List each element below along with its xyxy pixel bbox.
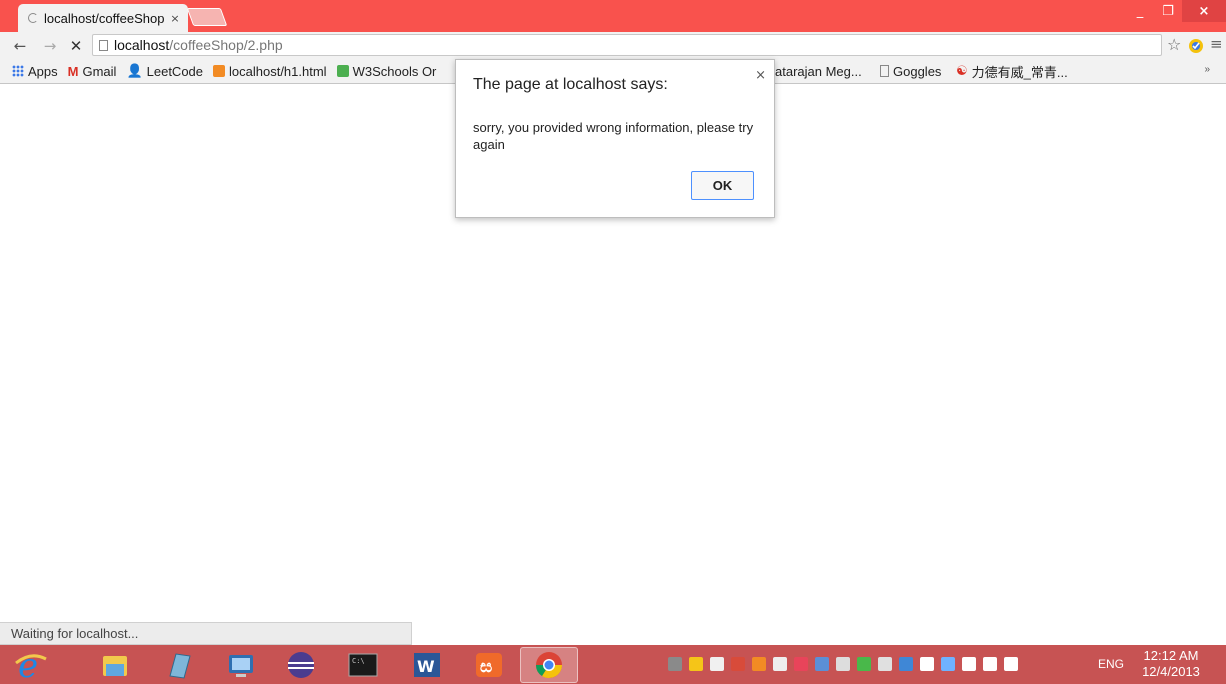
eclipse-icon[interactable] (272, 647, 330, 683)
svg-text:e: e (18, 649, 38, 681)
maximize-button[interactable]: ❐ (1154, 0, 1182, 22)
usb-icon[interactable] (710, 657, 724, 671)
bookmark-label: atarajan Meg... (775, 63, 862, 79)
flag-icon[interactable] (962, 657, 976, 671)
apps-grid-icon (12, 65, 24, 77)
minimize-button[interactable]: _ (1126, 0, 1154, 22)
window-controls: _ ❐ × (1126, 0, 1226, 22)
xampp-tray-icon[interactable] (752, 657, 766, 671)
svg-text:W: W (417, 657, 435, 676)
bookmark-localhost-h1[interactable]: localhost/h1.html (213, 64, 327, 79)
pdf-icon[interactable] (731, 657, 745, 671)
word-icon[interactable]: W (398, 647, 456, 683)
status-bubble: Waiting for localhost... (0, 622, 412, 645)
system-tray (668, 657, 1025, 671)
bookmark-leetcode[interactable]: 👤 LeetCode (126, 63, 203, 79)
loading-spinner-icon (28, 13, 38, 23)
dialog-title: The page at localhost says: (473, 76, 668, 93)
printer-icon[interactable] (773, 657, 787, 671)
clock[interactable]: 12:12 AM 12/4/2013 (1136, 648, 1206, 680)
windows-taskbar: e C:\ W ස ENG 12:12 AM 12/4/2013 (0, 645, 1226, 684)
antivirus-icon[interactable] (794, 657, 808, 671)
signal-icon[interactable] (920, 657, 934, 671)
new-tab-button[interactable] (186, 8, 228, 26)
chrome-icon[interactable] (520, 647, 578, 683)
bookmark-label: Apps (28, 63, 58, 79)
battery-icon[interactable] (983, 657, 997, 671)
bookmark-label: Gmail (82, 63, 117, 79)
bookmark-label: 力德有威_常青... (971, 64, 1068, 80)
svg-text:ස: ස (480, 657, 492, 677)
internet-explorer-icon[interactable]: e (2, 647, 60, 683)
clock-date: 12/4/2013 (1142, 664, 1200, 679)
dialog-close-icon[interactable]: × (755, 68, 766, 83)
stop-button[interactable]: ✕ (66, 36, 86, 56)
sync-icon[interactable] (857, 657, 871, 671)
page-icon (880, 65, 889, 77)
clock-time: 12:12 AM (1143, 648, 1199, 663)
shield-icon[interactable] (689, 657, 703, 671)
bookmark-label: localhost/h1.html (229, 63, 327, 79)
url-path: /coffeeShop/2.php (169, 37, 283, 53)
bookmark-star-icon[interactable]: ☆ (1167, 35, 1181, 54)
bookmark-apps[interactable]: Apps (12, 64, 58, 79)
person-icon: 👤 (126, 63, 143, 78)
remote-tray-icon[interactable] (899, 657, 913, 671)
notes-icon[interactable] (150, 647, 208, 683)
gmail-icon: M (67, 63, 79, 79)
bookmark-natarajan[interactable]: atarajan Meg... (775, 64, 862, 79)
network-monitor-icon[interactable] (815, 657, 829, 671)
language-indicator[interactable]: ENG (1098, 657, 1124, 671)
bookmarks-overflow-button[interactable]: » (1204, 64, 1210, 75)
volume-icon[interactable] (1004, 657, 1018, 671)
alert-dialog: The page at localhost says: × sorry, you… (455, 59, 775, 218)
dialog-message: sorry, you provided wrong information, p… (473, 120, 754, 152)
bookmark-label: Goggles (893, 63, 942, 79)
menu-icon[interactable]: ≡ (1210, 35, 1223, 53)
page-icon (99, 39, 108, 51)
forward-button[interactable]: → (40, 36, 60, 56)
bookmark-goggles[interactable]: Goggles (880, 64, 941, 79)
w3schools-icon (336, 65, 349, 77)
back-button[interactable]: ← (10, 36, 30, 56)
clock-tray-icon[interactable] (836, 657, 850, 671)
ok-button[interactable]: OK (691, 171, 754, 200)
tab-close-icon[interactable]: × (168, 12, 182, 25)
tab-coffeeshop[interactable]: localhost/coffeeShop × (18, 4, 188, 32)
file-explorer-icon[interactable] (86, 647, 144, 683)
bookmark-label: W3Schools Or (352, 63, 437, 79)
network-icon[interactable] (941, 657, 955, 671)
browser-toolbar: ← → ✕ localhost/coffeeShop/2.php ☆ ≡ (0, 32, 1226, 59)
bookmark-w3schools[interactable]: W3Schools Or (336, 63, 437, 79)
command-prompt-icon[interactable]: C:\ (334, 647, 392, 683)
close-window-button[interactable]: × (1182, 0, 1226, 22)
extension-icon[interactable] (1188, 38, 1204, 54)
bookmark-site-chinese[interactable]: ☯ 力德有威_常青... (956, 62, 1068, 81)
address-bar[interactable]: localhost/coffeeShop/2.php (92, 34, 1162, 56)
browser-title-bar: localhost/coffeeShop × _ ❐ × (0, 0, 1226, 32)
svg-text:C:\: C:\ (352, 657, 365, 665)
tab-title: localhost/coffeeShop (44, 10, 165, 26)
xampp-icon[interactable]: ස (460, 647, 518, 683)
remote-desktop-icon[interactable] (212, 647, 270, 683)
url-host: localhost (114, 37, 170, 53)
xampp-icon (213, 65, 226, 77)
window-icon[interactable] (878, 657, 892, 671)
bookmark-label: LeetCode (146, 63, 204, 79)
tray-app-icon[interactable] (668, 657, 682, 671)
site-icon: ☯ (956, 63, 968, 78)
bookmark-gmail[interactable]: M Gmail (68, 64, 117, 79)
